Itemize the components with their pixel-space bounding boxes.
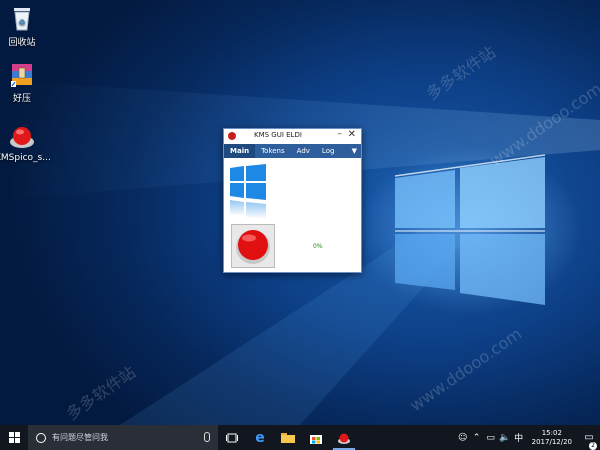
desktop-icon-kmspico[interactable]: KMSpico_s...	[0, 122, 51, 163]
tab-log[interactable]: Log	[316, 144, 341, 158]
cortana-icon	[36, 432, 46, 443]
winrar-archive-icon	[8, 60, 36, 88]
desktop-icon-label: KMSpico_s...	[0, 153, 51, 163]
recycle-bin-icon: ♻	[8, 4, 36, 32]
main-tab-panel: 0%	[224, 158, 361, 272]
progress-percent: 0%	[313, 243, 323, 250]
desktop-icon-label: 回收站	[8, 38, 36, 48]
tab-tokens[interactable]: Tokens	[255, 144, 291, 158]
windows-start-icon	[8, 432, 20, 443]
windows-logo-icon	[230, 164, 266, 219]
desktop-icon-label: 好压	[12, 94, 31, 104]
kmspico-red-button-icon	[8, 122, 36, 150]
network-icon[interactable]: ▭	[484, 433, 498, 443]
window-title: KMS GUI ELDI	[254, 131, 302, 139]
microphone-icon[interactable]	[204, 432, 210, 442]
taskbar-store-button[interactable]	[302, 425, 330, 450]
taskbar: 有问题尽管问我 e ☺ ⌃ ▭ 🔈 中 15:02 2017/12/20 ▭ 2	[0, 425, 600, 450]
action-center-button[interactable]: ▭ 2	[578, 432, 600, 450]
ime-indicator[interactable]: 中	[512, 431, 526, 444]
clock-time: 15:02	[541, 428, 562, 437]
chevron-down-icon[interactable]: ▼	[352, 144, 357, 158]
chevron-up-icon[interactable]: ⌃	[470, 433, 484, 443]
clock-date: 2017/12/20	[531, 437, 572, 446]
svg-text:♻: ♻	[18, 18, 25, 27]
kmspico-app-icon	[228, 132, 236, 140]
search-placeholder: 有问题尽管问我	[52, 433, 108, 442]
notification-count: 2	[589, 442, 597, 450]
tab-adv[interactable]: Adv	[291, 144, 316, 158]
search-input[interactable]: 有问题尽管问我	[28, 425, 218, 450]
kms-gui-window[interactable]: KMS GUI ELDI – ✕ Main Tokens Adv Log ▼ 0…	[223, 128, 362, 273]
tab-bar: Main Tokens Adv Log ▼	[224, 144, 361, 158]
system-tray: ☺ ⌃ ▭ 🔈 中 15:02 2017/12/20 ▭ 2	[456, 425, 600, 450]
window-titlebar[interactable]: KMS GUI ELDI – ✕	[224, 129, 361, 144]
start-button[interactable]	[0, 425, 28, 450]
minimize-button[interactable]: –	[338, 129, 343, 139]
activate-button[interactable]	[231, 224, 275, 268]
close-button[interactable]: ✕	[348, 129, 356, 140]
people-icon[interactable]: ☺	[456, 433, 470, 443]
red-button-icon	[236, 230, 270, 264]
kmspico-red-button-icon	[338, 433, 350, 444]
desktop[interactable]: 多多软件站 www.ddooo.com 多多软件站 www.ddooo.com …	[0, 0, 600, 425]
folder-icon	[281, 433, 295, 443]
desktop-icon-haozip[interactable]: 好压	[0, 60, 49, 104]
store-bag-icon	[310, 434, 322, 444]
clock[interactable]: 15:02 2017/12/20	[526, 429, 578, 447]
taskbar-file-explorer-button[interactable]	[274, 425, 302, 450]
taskbar-kmspico-button[interactable]	[330, 425, 358, 450]
desktop-icon-recycle-bin[interactable]: ♻ 回收站	[0, 4, 49, 48]
volume-icon[interactable]: 🔈	[498, 433, 512, 443]
task-view-button[interactable]	[218, 425, 246, 450]
taskbar-edge-button[interactable]: e	[246, 425, 274, 450]
task-view-icon	[226, 433, 238, 442]
edge-icon: e	[255, 429, 265, 446]
tab-main[interactable]: Main	[224, 144, 256, 158]
